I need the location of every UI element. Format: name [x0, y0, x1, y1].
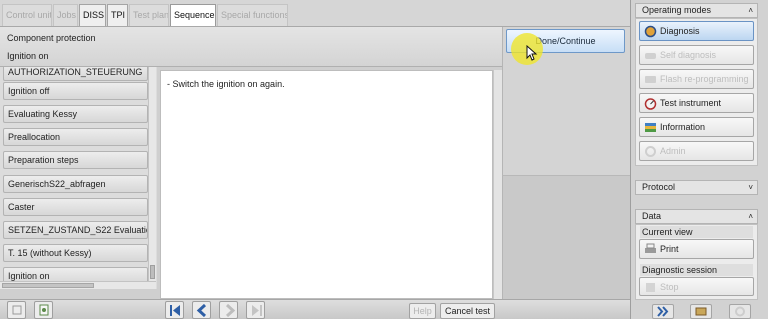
- stop-button[interactable]: Stop: [639, 277, 754, 296]
- tab-sequence[interactable]: Sequence: [170, 4, 216, 26]
- instruction-panel: - Switch the ignition on again.: [160, 70, 493, 299]
- list-item[interactable]: Ignition off: [3, 82, 148, 100]
- data-header[interactable]: Data ˄: [635, 209, 758, 224]
- chevron-up-icon: ˄: [748, 212, 753, 221]
- current-step-label: Ignition on: [7, 51, 49, 61]
- chevron-right-icon: [225, 304, 236, 317]
- mode-information[interactable]: Information: [639, 117, 754, 137]
- document-icon: [39, 304, 49, 316]
- books-icon: [645, 123, 656, 132]
- stop-icon: [646, 283, 655, 292]
- settings-button[interactable]: [729, 304, 751, 319]
- action-area-lower: [502, 175, 630, 299]
- tab-special-functions[interactable]: Special functions: [217, 4, 288, 26]
- scrollbar-thumb[interactable]: [150, 265, 155, 279]
- mode-label: Diagnosis: [660, 26, 700, 36]
- list-item[interactable]: Evaluating Kessy: [3, 105, 148, 123]
- mode-label: Information: [660, 122, 706, 132]
- list-item[interactable]: T. 15 (without Kessy): [3, 244, 148, 262]
- skip-last-icon: [252, 305, 262, 316]
- step-list: AUTHORIZATION_STEUERUNG Ignition off Eva…: [0, 67, 157, 289]
- mode-label: Test instrument: [660, 98, 722, 108]
- first-step-button[interactable]: [165, 301, 184, 319]
- tab-test-plan[interactable]: Test plan: [129, 4, 169, 26]
- list-item[interactable]: Preallocation: [3, 128, 148, 146]
- tab-control-units[interactable]: Control units: [2, 4, 52, 26]
- forward-nav-button[interactable]: [652, 304, 674, 319]
- mode-self-diagnosis[interactable]: Self diagnosis: [639, 45, 754, 65]
- mode-flash-reprogramming[interactable]: Flash re-programming: [639, 69, 754, 89]
- list-item[interactable]: GenerischS22_abfragen: [3, 175, 148, 193]
- home-button[interactable]: [7, 301, 26, 319]
- mode-label: Self diagnosis: [660, 50, 717, 60]
- mouse-cursor-icon: [526, 45, 538, 61]
- list-item[interactable]: Caster: [3, 198, 148, 216]
- sequence-header: Component protection Ignition on: [0, 27, 502, 67]
- operating-modes-title: Operating modes: [642, 5, 712, 15]
- help-button[interactable]: Help: [409, 303, 436, 319]
- scrollbar-thumb[interactable]: [2, 283, 94, 288]
- print-label: Print: [660, 244, 679, 254]
- chevron-left-icon: [196, 304, 207, 317]
- flash-icon: [645, 76, 656, 83]
- previous-step-button[interactable]: [192, 301, 211, 319]
- next-step-button[interactable]: [219, 301, 238, 319]
- data-title: Data: [642, 211, 662, 221]
- current-view-label: Current view: [640, 226, 753, 238]
- instruction-text: - Switch the ignition on again.: [167, 79, 285, 89]
- print-settings-button[interactable]: [690, 304, 712, 319]
- print-button[interactable]: Print: [639, 239, 754, 259]
- instruction-scrollbar[interactable]: [493, 70, 502, 299]
- diagnostic-session-label: Diagnostic session: [640, 264, 753, 276]
- step-list-vertical-scrollbar[interactable]: [148, 67, 156, 281]
- gear-icon: [645, 146, 656, 157]
- protocol-header[interactable]: Protocol ˅: [635, 180, 758, 195]
- operating-modes-header[interactable]: Operating modes ˄: [635, 3, 758, 18]
- step-list-horizontal-scrollbar[interactable]: [0, 281, 156, 289]
- chevron-down-icon: ˅: [748, 183, 753, 192]
- car-icon: [645, 53, 656, 59]
- home-icon: [12, 305, 22, 315]
- double-chevron-right-icon: [657, 306, 669, 317]
- tab-jobs[interactable]: Jobs: [53, 4, 78, 26]
- bottom-toolbar: [0, 299, 630, 319]
- gear-icon: [735, 306, 745, 317]
- stop-label: Stop: [660, 282, 679, 292]
- mode-diagnosis[interactable]: Diagnosis: [639, 21, 754, 41]
- list-item[interactable]: Preparation steps: [3, 151, 148, 169]
- mode-test-instrument[interactable]: Test instrument: [639, 93, 754, 113]
- skip-first-icon: [170, 305, 180, 316]
- mode-label: Admin: [660, 146, 686, 156]
- tab-diss[interactable]: DISS: [79, 4, 106, 26]
- last-step-button[interactable]: [246, 301, 265, 319]
- document-button[interactable]: [34, 301, 53, 319]
- mode-label: Flash re-programming: [660, 74, 749, 84]
- gauge-icon: [644, 98, 657, 110]
- stethoscope-icon: [644, 25, 657, 38]
- mode-admin[interactable]: Admin: [639, 141, 754, 161]
- chevron-up-icon: ˄: [748, 6, 753, 15]
- printer-icon: [645, 243, 656, 253]
- protocol-title: Protocol: [642, 182, 676, 192]
- list-item[interactable]: AUTHORIZATION_STEUERUNG: [3, 67, 148, 81]
- tab-tpi[interactable]: TPI: [107, 4, 128, 26]
- cancel-test-button[interactable]: Cancel test: [440, 303, 495, 319]
- page-title: Component protection: [7, 33, 96, 43]
- list-item[interactable]: SETZEN_ZUSTAND_S22 Evaluation: [3, 221, 148, 239]
- printer-icon: [695, 307, 707, 316]
